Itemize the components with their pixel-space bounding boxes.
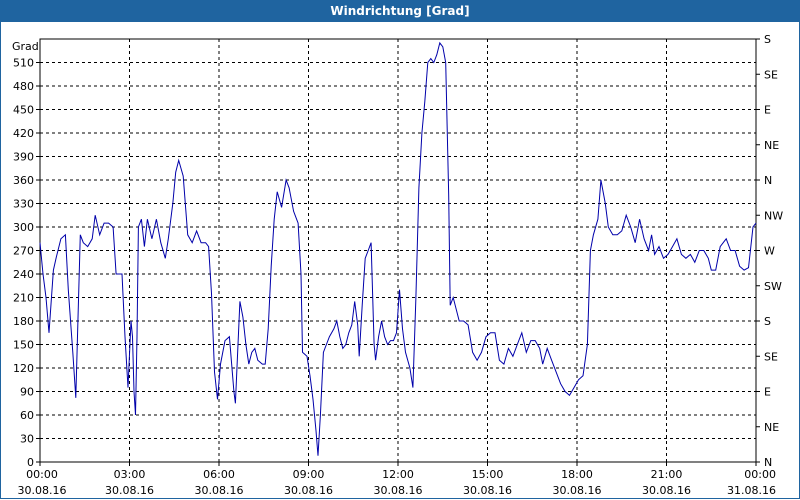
- x-tick-date: 30.08.16: [195, 484, 244, 497]
- x-tick-time: 03:00: [114, 468, 146, 481]
- y-tick-label: 210: [13, 292, 34, 305]
- x-tick-time: 21:00: [651, 468, 683, 481]
- y-tick-label: 420: [13, 127, 34, 140]
- right-tick-label: SE: [764, 68, 778, 81]
- right-tick-label: SW: [764, 280, 782, 293]
- right-tick-label: NE: [764, 139, 779, 152]
- y-tick-label: 120: [13, 362, 34, 375]
- x-tick-time: 12:00: [382, 468, 414, 481]
- right-tick-label: NE: [764, 421, 779, 434]
- x-axis-ticks: 00:00 30.08.16 03:00 30.08.16 06:00 30.08.16 0…: [18, 462, 776, 497]
- right-tick-label: N: [764, 174, 772, 187]
- y-tick-label: 180: [13, 315, 34, 328]
- x-tick-date: 30.08.16: [553, 484, 602, 497]
- right-tick-label: NW: [764, 209, 783, 222]
- x-tick-time: 09:00: [293, 468, 325, 481]
- y-axis-label: Grad: [12, 40, 39, 53]
- y-tick-label: 480: [13, 80, 34, 93]
- x-tick-time: 06:00: [203, 468, 235, 481]
- y-axis-ticks: 0306090120150180210240270300330360390420…: [13, 57, 40, 469]
- right-axis-ticks: NNEESESSWWNWNNEESES: [756, 33, 783, 469]
- right-tick-label: S: [764, 315, 771, 328]
- y-tick-label: 60: [20, 409, 34, 422]
- right-tick-label: SE: [764, 350, 778, 363]
- y-tick-label: 150: [13, 339, 34, 352]
- x-tick-time: 15:00: [472, 468, 504, 481]
- right-tick-label: E: [764, 104, 771, 117]
- x-tick-date: 31.08.16: [727, 484, 776, 497]
- right-tick-label: S: [764, 33, 771, 46]
- x-tick-time: 18:00: [561, 468, 593, 481]
- x-tick-time: 00:00: [26, 468, 58, 481]
- x-tick-date: 30.08.16: [374, 484, 423, 497]
- y-tick-label: 270: [13, 245, 34, 258]
- x-tick-date: 30.08.16: [18, 484, 67, 497]
- y-tick-label: 450: [13, 104, 34, 117]
- y-tick-label: 240: [13, 268, 34, 281]
- x-tick-date: 30.08.16: [284, 484, 333, 497]
- right-tick-label: E: [764, 386, 771, 399]
- x-tick-date: 30.08.16: [463, 484, 512, 497]
- x-tick-date: 30.08.16: [105, 484, 154, 497]
- right-tick-label: W: [764, 245, 775, 258]
- y-tick-label: 300: [13, 221, 34, 234]
- y-tick-label: 360: [13, 174, 34, 187]
- wind-direction-chart: 0306090120150180210240270300330360390420…: [12, 33, 783, 497]
- x-tick-date: 30.08.16: [642, 484, 691, 497]
- y-tick-label: 330: [13, 198, 34, 211]
- y-tick-label: 390: [13, 151, 34, 164]
- y-tick-label: 30: [20, 433, 34, 446]
- y-tick-label: 90: [20, 386, 34, 399]
- x-tick-time: 00:00: [744, 468, 776, 481]
- y-tick-label: 510: [13, 57, 34, 70]
